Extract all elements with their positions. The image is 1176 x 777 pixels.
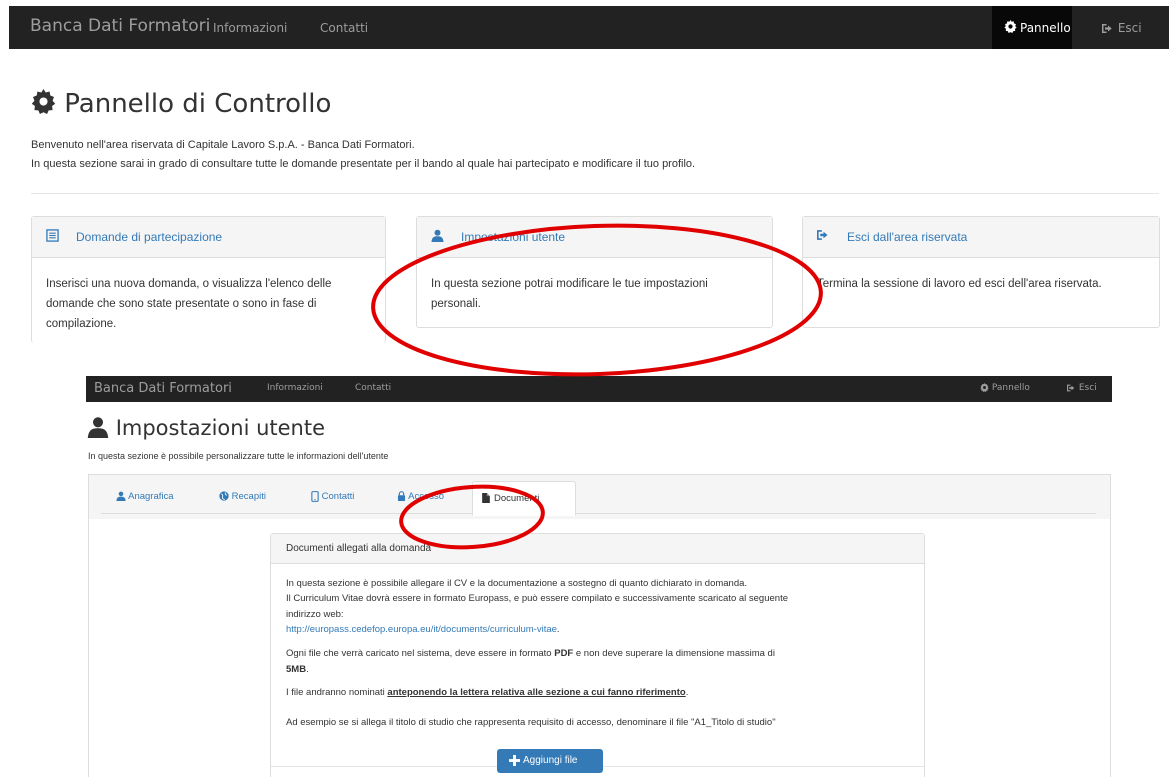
annotation-ellipse xyxy=(399,484,545,550)
annotation-overlay xyxy=(371,223,823,550)
annotation-ellipse xyxy=(371,223,823,377)
